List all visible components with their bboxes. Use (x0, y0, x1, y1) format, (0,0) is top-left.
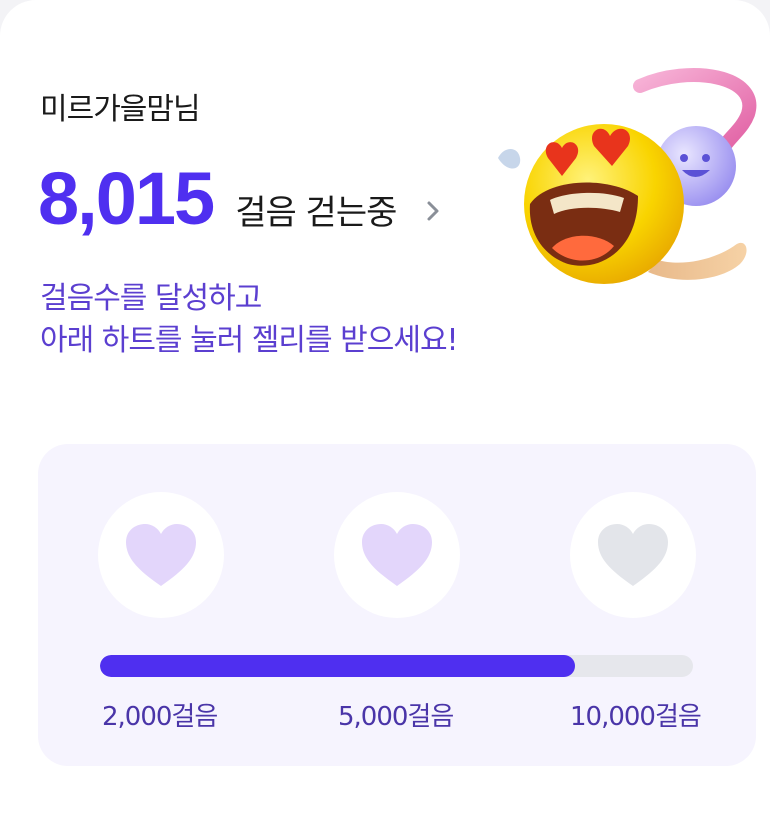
reward-instruction: 걸음수를 달성하고 아래 하트를 눌러 젤리를 받으세요! (40, 278, 459, 362)
heart-reward-panel: 2,000걸음 5,000걸음 10,000걸음 (38, 444, 756, 766)
steps-card: 미르가을맘님 8,015 걸음 걷는중 걸음수를 달성하고 아래 하트를 눌러 … (0, 0, 770, 820)
instruction-line-1: 걸음수를 달성하고 (40, 281, 262, 316)
milestone-label-5000: 5,000걸음 (338, 702, 454, 732)
step-count: 8,015 (38, 157, 215, 240)
step-progress-bar (100, 655, 693, 677)
heart-eyes-emoji-mascot (498, 68, 757, 284)
milestone-label-10000: 10,000걸음 (570, 702, 702, 732)
heart-button-10000[interactable] (570, 492, 696, 618)
heart-button-5000[interactable] (334, 492, 460, 618)
step-progress-fill (100, 655, 576, 677)
milestone-label-2000: 2,000걸음 (102, 702, 218, 732)
heart-button-2000[interactable] (98, 492, 224, 618)
chevron-right-icon (427, 201, 439, 221)
step-status-label: 걸음 걷는중 (235, 193, 397, 233)
heart-icon (362, 524, 432, 586)
steps-summary-link[interactable]: 8,015 걸음 걷는중 (38, 156, 448, 241)
instruction-line-2: 아래 하트를 눌러 젤리를 받으세요! (40, 323, 459, 358)
user-name: 미르가을맘님 (40, 92, 201, 127)
heart-icon (126, 524, 196, 586)
heart-icon (598, 524, 668, 586)
